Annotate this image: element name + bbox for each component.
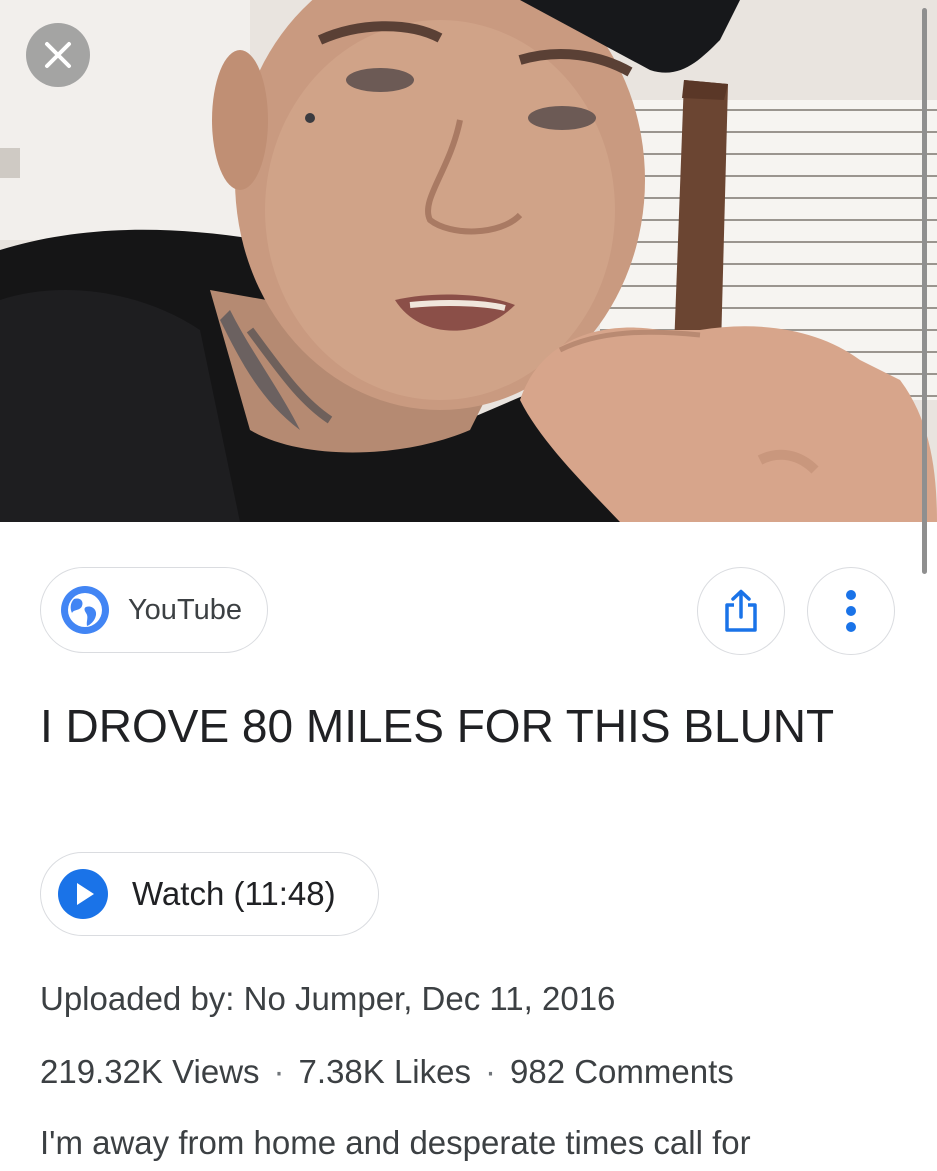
upload-info: Uploaded by: No Jumper, Dec 11, 2016 <box>40 980 616 1017</box>
video-title: I DROVE 80 MILES FOR THIS BLUNT <box>40 700 835 752</box>
play-icon <box>58 869 108 919</box>
source-chip[interactable]: YouTube <box>40 567 268 653</box>
likes-count: 7.38K Likes <box>298 1053 471 1090</box>
source-label: YouTube <box>128 593 242 626</box>
video-thumbnail[interactable] <box>0 0 937 522</box>
separator-dot: · <box>273 1053 285 1090</box>
separator-dot: · <box>485 1053 496 1090</box>
watch-label: Watch (11:48) <box>132 875 336 912</box>
close-icon <box>45 42 71 68</box>
watch-button[interactable]: Watch (11:48) <box>40 852 379 936</box>
share-button[interactable] <box>697 567 785 655</box>
views-count: 219.32K Views <box>40 1053 260 1090</box>
globe-icon <box>61 586 109 634</box>
more-options-button[interactable] <box>807 567 895 655</box>
thumbnail-image <box>0 0 937 522</box>
video-description: I'm away from home and desperate times c… <box>40 1124 751 1161</box>
close-button[interactable] <box>26 23 90 87</box>
more-vert-icon <box>846 590 856 632</box>
scrollbar[interactable] <box>922 8 927 574</box>
comments-count: 982 Comments <box>510 1053 734 1090</box>
video-stats: 219.32K Views · 7.38K Likes · 982 Comments <box>40 1053 734 1091</box>
share-icon <box>725 589 757 632</box>
